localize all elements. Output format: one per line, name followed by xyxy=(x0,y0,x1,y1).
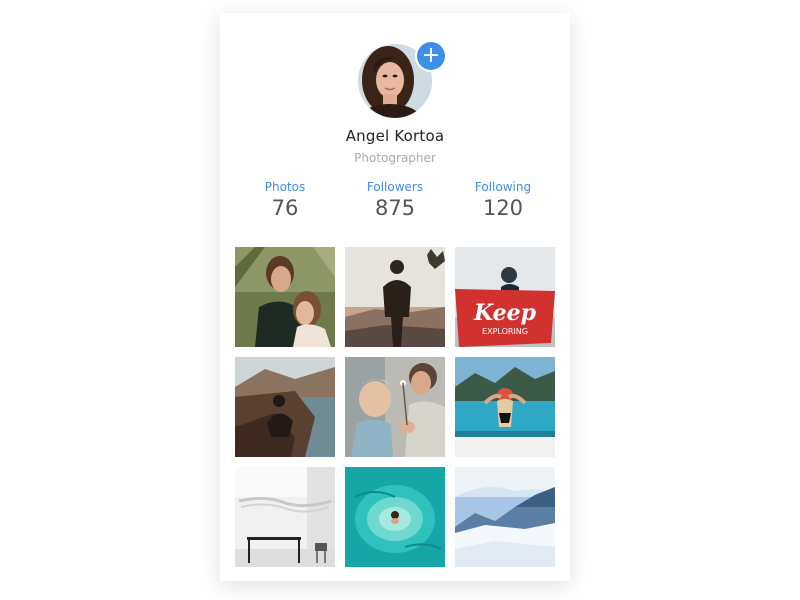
stat-value: 76 xyxy=(271,196,299,220)
plus-icon: + xyxy=(421,43,441,68)
stat-value: 875 xyxy=(374,196,416,220)
photo-thumbnail[interactable] xyxy=(235,467,335,567)
flag-text: Keep xyxy=(473,300,537,326)
stat-label: Photos xyxy=(264,180,306,194)
photo-thumbnail[interactable] xyxy=(235,357,335,457)
flag-subtext: EXPLORING xyxy=(482,327,528,336)
photo-thumbnail[interactable] xyxy=(345,467,445,567)
stat-value: 120 xyxy=(482,196,524,220)
stat-photos[interactable]: Photos 76 xyxy=(230,180,340,220)
stat-following[interactable]: Following 120 xyxy=(448,180,558,220)
profile-name: Angel Kortoa xyxy=(345,127,445,145)
add-follow-button[interactable]: + xyxy=(417,42,445,70)
photo-thumbnail[interactable]: Keep EXPLORING xyxy=(455,247,555,347)
photo-thumbnail[interactable] xyxy=(345,357,445,457)
photo-grid: Keep EXPLORING xyxy=(235,247,555,567)
stat-label: Followers xyxy=(366,180,424,194)
stat-label: Following xyxy=(474,180,532,194)
photo-thumbnail[interactable] xyxy=(455,357,555,457)
photo-thumbnail[interactable] xyxy=(455,467,555,567)
profile-card: + Angel Kortoa Photographer Photos 76 Fo… xyxy=(220,13,570,581)
photo-thumbnail[interactable] xyxy=(235,247,335,347)
photo-thumbnail[interactable] xyxy=(345,247,445,347)
stat-followers[interactable]: Followers 875 xyxy=(340,180,450,220)
profile-role: Photographer xyxy=(354,151,436,165)
